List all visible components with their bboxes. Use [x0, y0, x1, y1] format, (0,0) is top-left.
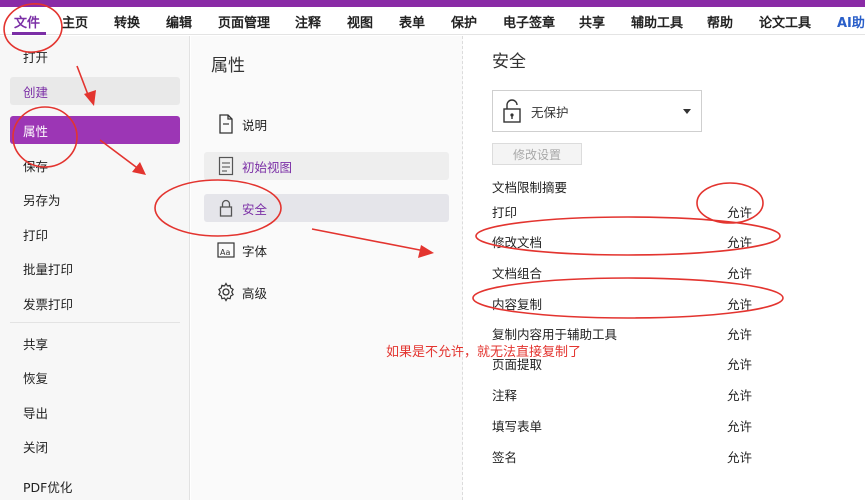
permission-row: 内容复制 允许 [492, 292, 767, 314]
app-window: 文件 主页 转换 编辑 页面管理 注释 视图 表单 保护 电子签章 共享 辅助工… [0, 0, 865, 500]
sidebar-item-pdf-optimize[interactable]: PDF优化 [10, 472, 180, 500]
svg-text:Aa: Aa [220, 248, 230, 257]
permission-name: 签名 [492, 450, 518, 465]
menu-protect[interactable]: 保护 [451, 12, 477, 31]
permission-value: 允许 [727, 205, 753, 220]
permission-value: 允许 [727, 266, 753, 281]
permission-name: 修改文档 [492, 235, 543, 250]
permission-row: 修改文档 允许 [492, 230, 767, 252]
sidebar-item-invoice-print[interactable]: 发票打印 [10, 289, 180, 317]
sidebar-item-recover[interactable]: 恢复 [10, 363, 180, 391]
permission-value: 允许 [727, 388, 753, 403]
menu-ai-assistant[interactable]: AI助手 [837, 12, 865, 31]
properties-item-advanced[interactable]: 高级 [204, 278, 449, 306]
sidebar-item-export[interactable]: 导出 [10, 398, 180, 426]
permission-name: 文档组合 [492, 266, 543, 281]
permission-name: 内容复制 [492, 297, 543, 312]
permission-row: 文档组合 允许 [492, 261, 767, 283]
sidebar-item-share[interactable]: 共享 [10, 329, 180, 357]
security-panel: 安全 无保护 修改设置 文档限制摘要 打印 允许 修改文档 允许 文档组合 允许… [464, 36, 865, 500]
sidebar-item-create[interactable]: 创建 [10, 77, 180, 105]
menu-accessibility-tools[interactable]: 辅助工具 [631, 12, 683, 31]
sidebar-item-save-as[interactable]: 另存为 [10, 185, 180, 213]
properties-item-fonts[interactable]: Aa 字体 [204, 236, 449, 264]
properties-item-label: 字体 [242, 243, 268, 259]
sidebar-item-batch-print[interactable]: 批量打印 [10, 254, 180, 282]
permission-name: 注释 [492, 388, 518, 403]
properties-title: 属性 [211, 56, 245, 76]
security-method-dropdown[interactable]: 无保护 [492, 90, 702, 132]
menu-file[interactable]: 文件 [14, 12, 40, 31]
permission-name: 填写表单 [492, 419, 543, 434]
permission-value: 允许 [727, 357, 753, 372]
restriction-summary-title: 文档限制摘要 [492, 180, 568, 195]
properties-item-security[interactable]: 安全 [204, 194, 449, 222]
permission-value: 允许 [727, 419, 753, 434]
menubar: 文件 主页 转换 编辑 页面管理 注释 视图 表单 保护 电子签章 共享 辅助工… [0, 7, 865, 35]
chevron-down-icon [683, 108, 691, 114]
permission-row: 打印 允许 [492, 200, 767, 222]
permission-value: 允许 [727, 450, 753, 465]
sidebar-item-close[interactable]: 关闭 [10, 432, 180, 460]
properties-item-label: 说明 [242, 117, 268, 133]
menu-convert[interactable]: 转换 [114, 12, 140, 31]
modify-settings-button[interactable]: 修改设置 [492, 143, 582, 165]
properties-item-label: 高级 [242, 285, 268, 301]
font-icon: Aa [216, 239, 236, 261]
permission-value: 允许 [727, 235, 753, 250]
menu-share[interactable]: 共享 [579, 12, 605, 31]
sidebar-item-print[interactable]: 打印 [10, 220, 180, 248]
security-method-value: 无保护 [531, 104, 569, 120]
gear-icon [216, 281, 236, 303]
unlock-icon [495, 95, 529, 127]
sidebar-item-open[interactable]: 打开 [10, 42, 180, 70]
permission-value: 允许 [727, 327, 753, 342]
sidebar-divider [10, 322, 180, 323]
menu-edit[interactable]: 编辑 [166, 12, 192, 31]
permission-row: 签名 允许 [492, 445, 767, 467]
menu-view[interactable]: 视图 [347, 12, 373, 31]
properties-item-description[interactable]: 说明 [204, 110, 449, 138]
menu-comment[interactable]: 注释 [295, 12, 321, 31]
permission-name: 打印 [492, 205, 518, 220]
permission-row: 填写表单 允许 [492, 414, 767, 436]
permission-row: 注释 允许 [492, 383, 767, 405]
properties-item-label: 初始视图 [242, 159, 293, 175]
checklist-icon [216, 155, 236, 177]
properties-item-label: 安全 [242, 201, 268, 217]
properties-item-initial-view[interactable]: 初始视图 [204, 152, 449, 180]
document-icon [216, 113, 236, 135]
sidebar-item-properties[interactable]: 属性 [10, 116, 180, 144]
lock-icon [216, 197, 236, 219]
security-title: 安全 [492, 52, 526, 72]
title-accent-bar [0, 0, 865, 7]
menu-thesis-tools[interactable]: 论文工具 [759, 12, 811, 31]
annotation-note: 如果是不允许，就无法直接复制了 [386, 345, 582, 360]
menu-e-signature[interactable]: 电子签章 [503, 12, 555, 31]
active-menu-underline [12, 32, 46, 35]
file-sidebar: 打开 创建 属性 保存 另存为 打印 批量打印 发票打印 共享 恢复 导出 关闭… [0, 36, 190, 500]
sidebar-item-save[interactable]: 保存 [10, 151, 180, 179]
menu-help[interactable]: 帮助 [707, 12, 733, 31]
properties-panel: 属性 说明 初始视图 安全 Aa 字体 高级 [191, 36, 463, 500]
menu-form[interactable]: 表单 [399, 12, 425, 31]
permission-value: 允许 [727, 297, 753, 312]
menu-home[interactable]: 主页 [62, 12, 88, 31]
menu-page-management[interactable]: 页面管理 [218, 12, 270, 31]
